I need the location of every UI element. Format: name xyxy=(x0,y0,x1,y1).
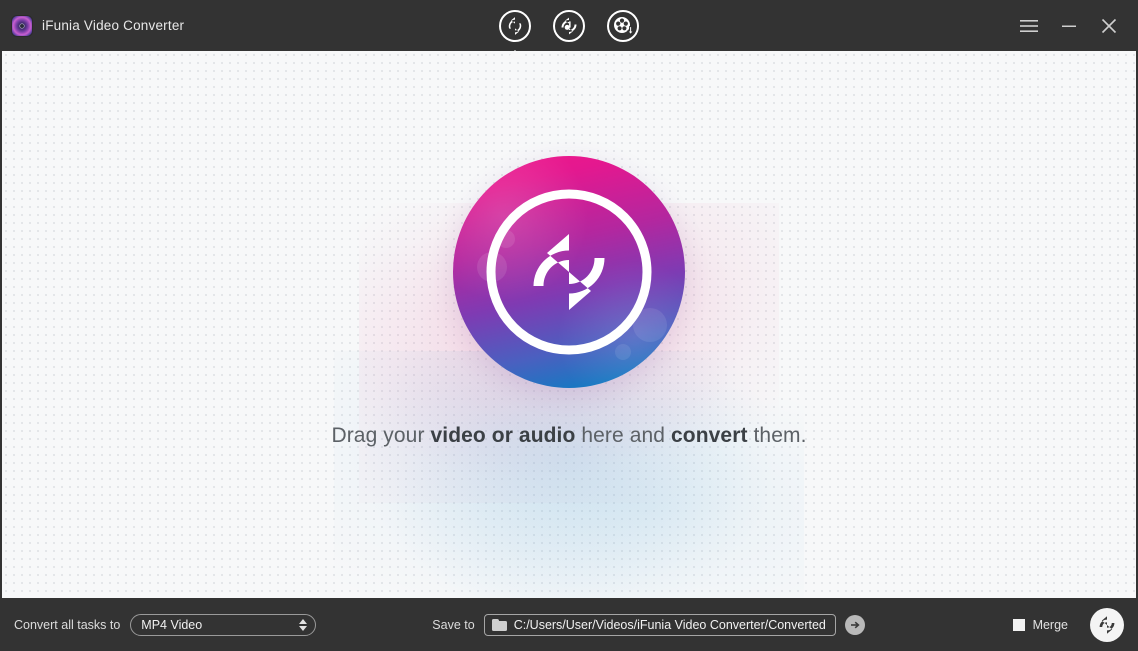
close-icon[interactable] xyxy=(1094,11,1124,41)
drop-text-bold2: convert xyxy=(671,424,748,447)
open-folder-button[interactable] xyxy=(845,615,865,635)
convert-circle-logo xyxy=(453,156,685,388)
arrow-right-icon xyxy=(849,619,861,631)
save-to-group: Save to C:/Users/User/Videos/iFunia Vide… xyxy=(432,614,865,636)
save-to-label: Save to xyxy=(432,618,474,632)
convert-start-icon xyxy=(1095,613,1119,637)
output-format-select[interactable]: MP4 Video xyxy=(130,614,316,636)
disc-icon xyxy=(12,16,32,36)
stepper-arrows-icon[interactable] xyxy=(299,619,307,631)
film-download-icon xyxy=(605,8,641,44)
drop-zone-content: Drag your video or audio here and conver… xyxy=(2,51,1136,598)
drop-text-bold1: video or audio xyxy=(431,424,576,447)
drop-text-part3: them. xyxy=(748,424,807,447)
folder-icon xyxy=(492,619,507,631)
window-controls xyxy=(1014,11,1138,41)
hamburger-menu-icon[interactable] xyxy=(1014,11,1044,41)
output-format-value: MP4 Video xyxy=(141,618,202,632)
drop-instruction-text: Drag your video or audio here and conver… xyxy=(331,424,806,448)
merge-label: Merge xyxy=(1033,618,1068,632)
convert-arrows-icon xyxy=(497,8,533,44)
active-tab-indicator xyxy=(506,50,524,59)
app-window: iFunia Video Converter xyxy=(0,0,1138,651)
bottom-right-group: Merge xyxy=(1013,608,1124,642)
bottom-toolbar: Convert all tasks to MP4 Video Save to C… xyxy=(0,598,1138,651)
save-path-value: C:/Users/User/Videos/iFunia Video Conver… xyxy=(514,618,826,632)
tab-downloader[interactable] xyxy=(605,8,641,44)
drop-text-part2: here and xyxy=(575,424,671,447)
drop-text-part1: Drag your xyxy=(331,424,430,447)
tab-ripper[interactable] xyxy=(551,8,587,44)
title-bar: iFunia Video Converter xyxy=(0,0,1138,51)
merge-checkbox[interactable] xyxy=(1013,619,1025,631)
app-title: iFunia Video Converter xyxy=(42,18,184,33)
tab-converter[interactable] xyxy=(497,8,533,44)
audio-convert-icon xyxy=(551,8,587,44)
start-convert-button[interactable] xyxy=(1090,608,1124,642)
save-path-input[interactable]: C:/Users/User/Videos/iFunia Video Conver… xyxy=(484,614,836,636)
minimize-icon[interactable] xyxy=(1054,11,1084,41)
convert-all-label: Convert all tasks to xyxy=(14,618,120,632)
merge-checkbox-row[interactable]: Merge xyxy=(1013,618,1068,632)
convert-arrows-icon xyxy=(481,184,657,360)
title-bar-left: iFunia Video Converter xyxy=(0,16,184,36)
drop-area[interactable]: Drag your video or audio here and conver… xyxy=(2,51,1136,598)
